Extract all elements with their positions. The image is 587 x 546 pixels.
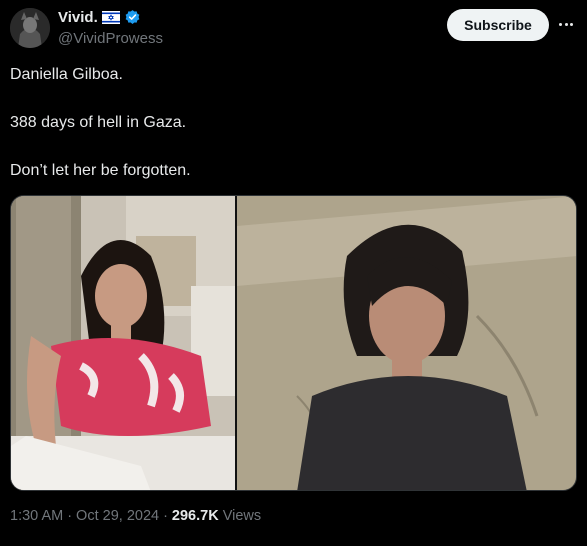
tweet-meta: 1:30 AM · Oct 29, 2024 · 296.7K Views (10, 508, 261, 524)
avatar[interactable] (10, 8, 50, 48)
tweet-media[interactable] (10, 195, 577, 491)
tweet-text-line-3: Don’t let her be forgotten. (10, 162, 191, 179)
portrait-photo (11, 196, 235, 490)
meta-separator-2: · (163, 508, 168, 524)
views-count[interactable]: 296.7K (172, 508, 219, 524)
name-row: Vivid. (58, 9, 141, 26)
tweet-text-line-1: Daniella Gilboa. (10, 66, 123, 83)
user-handle[interactable]: @VividProwess (58, 30, 163, 47)
israel-flag-icon (101, 11, 120, 24)
display-name[interactable]: Vivid. (58, 9, 98, 26)
tweet-time[interactable]: 1:30 AM (10, 508, 63, 524)
captive-photo (237, 196, 576, 490)
views-label: Views (222, 508, 262, 524)
verified-badge-icon[interactable] (124, 9, 141, 26)
photo-left[interactable] (11, 196, 235, 490)
meta-separator: · (67, 508, 73, 524)
tweet-header: Vivid. @VividProwess Subscribe (0, 0, 587, 60)
tweet-date[interactable]: Oct 29, 2024 (76, 508, 159, 524)
avatar-image (10, 8, 50, 48)
more-horizontal-icon[interactable] (556, 14, 576, 34)
photo-right[interactable] (237, 196, 576, 490)
tweet-text-line-2: 388 days of hell in Gaza. (10, 114, 187, 131)
subscribe-button[interactable]: Subscribe (447, 9, 549, 41)
